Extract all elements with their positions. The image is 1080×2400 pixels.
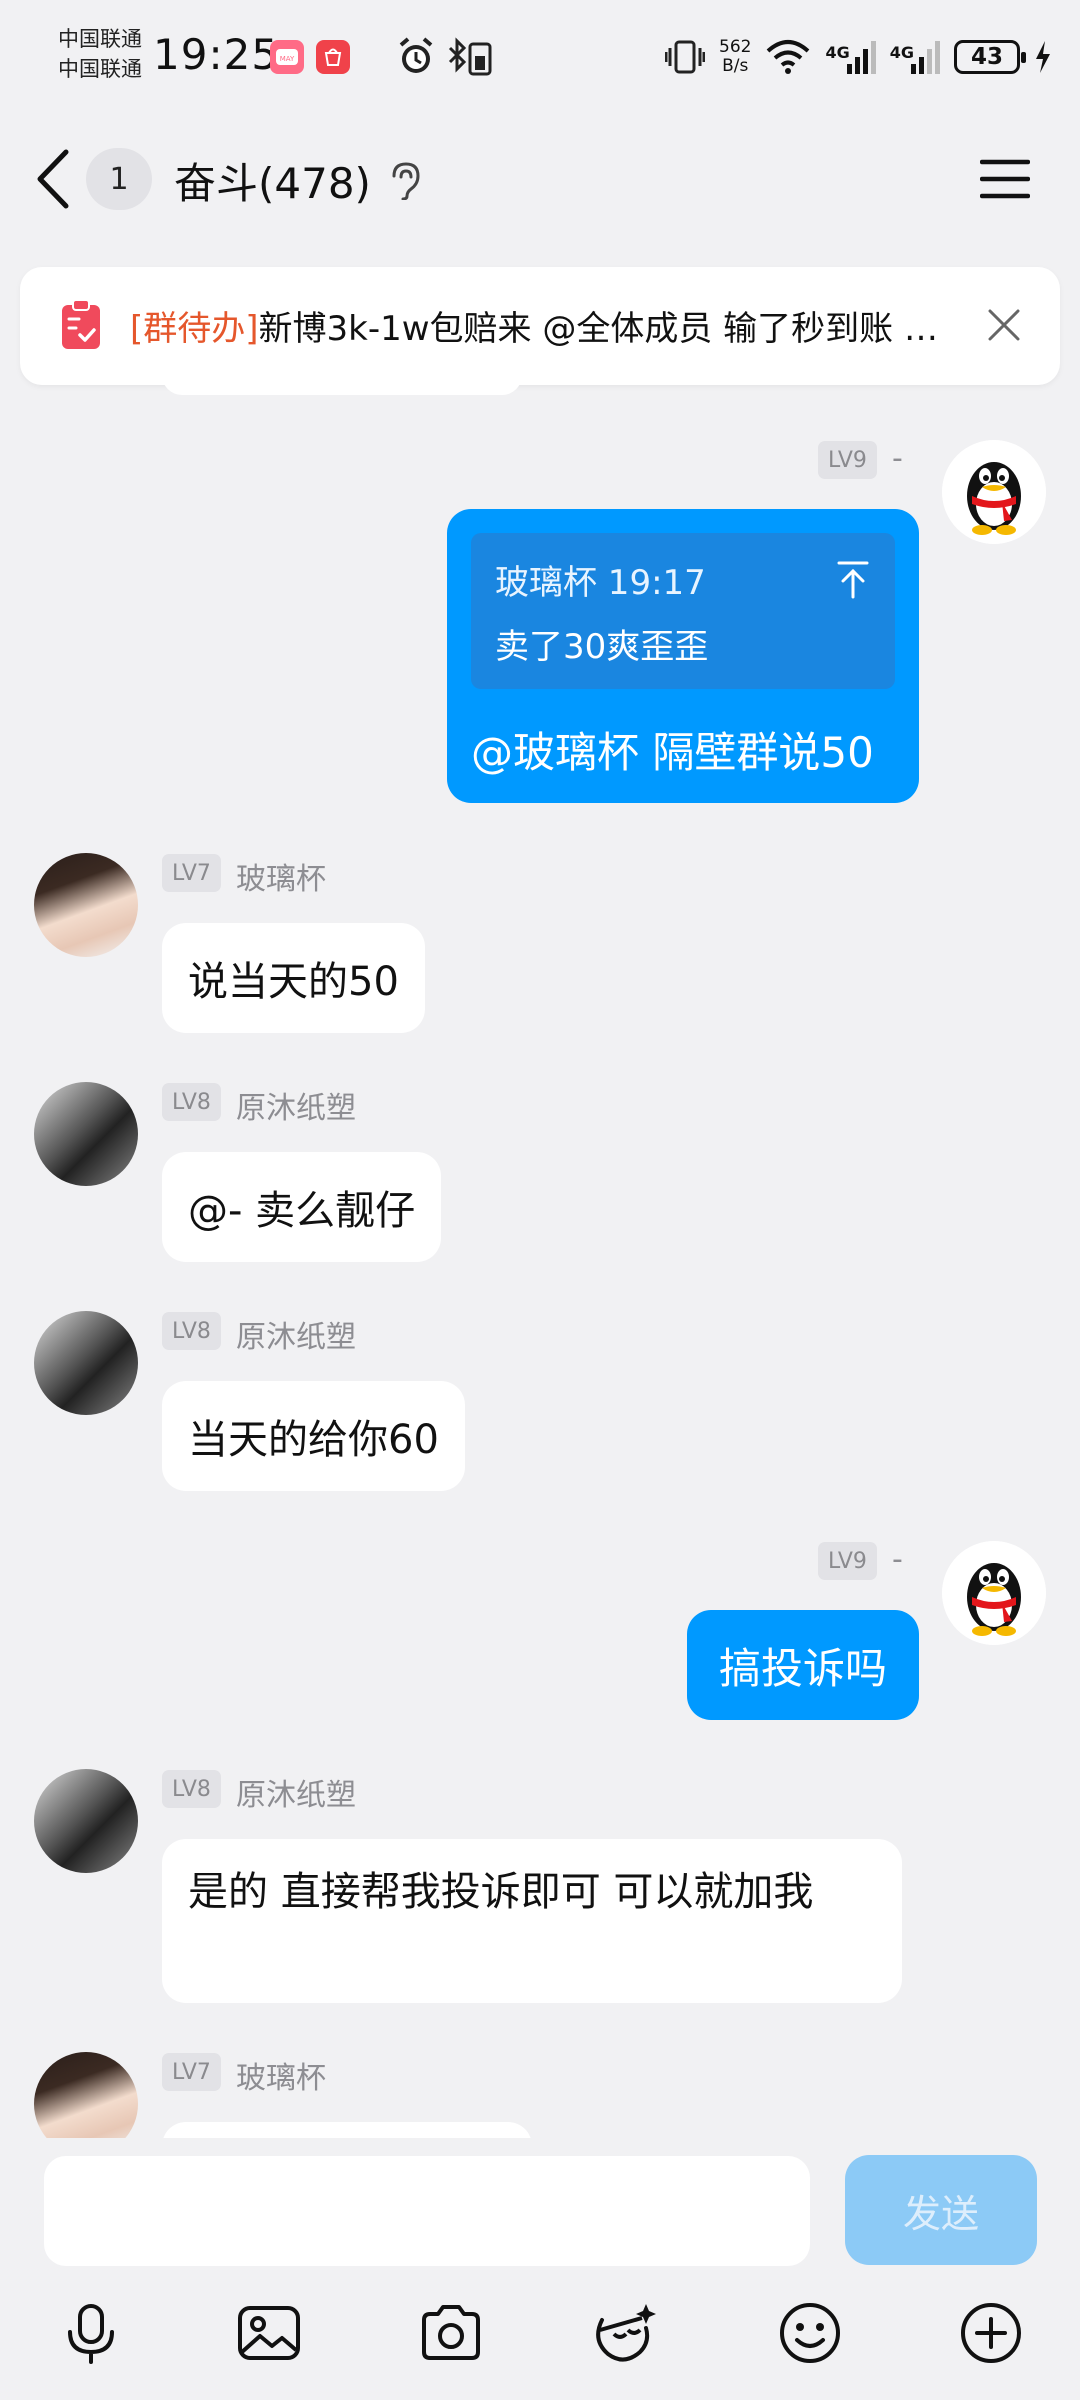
self-avatar[interactable] bbox=[942, 1541, 1046, 1645]
sender-level-badge: LV7 bbox=[162, 2053, 221, 2091]
user-avatar-yuanmu[interactable] bbox=[34, 1082, 138, 1186]
arrow-up-icon[interactable] bbox=[833, 559, 873, 609]
incoming-message-bubble[interactable]: 说当天的50 bbox=[162, 923, 425, 1033]
outgoing-message-bubble[interactable]: 搞投诉吗 bbox=[687, 1610, 919, 1720]
status-bar: 中国联通 中国联通 19:25 MAY 562 B/s 4G 4G 43 bbox=[0, 0, 1080, 120]
group-todo-text: [群待办]新博3k-1w包赔来 @全体成员 输了秒到账 新人包赔 bbox=[130, 301, 970, 350]
sender-level-badge: LV8 bbox=[162, 1312, 221, 1350]
more-button[interactable] bbox=[958, 2300, 1024, 2366]
penguin-avatar-icon bbox=[942, 1541, 1046, 1645]
group-todo-tag: [群待办] bbox=[130, 309, 259, 349]
group-todo-content: 新博3k-1w包赔来 @全体成员 输了秒到账 新人包赔 bbox=[258, 309, 970, 349]
message-text: @- 卖么靓仔 bbox=[188, 1188, 416, 1234]
previous-message-bubble bbox=[162, 385, 522, 395]
sender-name: 玻璃杯 bbox=[236, 862, 326, 897]
image-icon bbox=[238, 2306, 300, 2360]
incoming-message-bubble[interactable]: @- 卖么靓仔 bbox=[162, 1152, 442, 1262]
user-avatar-glass-cup[interactable] bbox=[34, 853, 138, 957]
carrier-1: 中国联通 bbox=[58, 27, 142, 51]
sender-name: 原沐纸塑 bbox=[236, 1091, 356, 1126]
message-list[interactable]: LV9 - 玻璃杯 19:17 卖了30爽歪歪 @玻璃杯 隔壁群说50 LV7 … bbox=[0, 385, 1080, 2138]
quote-header: 玻璃杯 19:17 bbox=[495, 563, 706, 603]
message-text: 是的 直接帮我投诉即可 可以就加我 bbox=[188, 1869, 814, 1915]
store-notification-icon bbox=[316, 40, 350, 74]
emoji-button[interactable] bbox=[777, 2300, 843, 2366]
sender-level-badge: LV8 bbox=[162, 1083, 221, 1121]
sender-name: 玻璃杯 bbox=[236, 2061, 326, 2096]
back-button[interactable] bbox=[30, 144, 80, 214]
bluetooth-battery-icon bbox=[444, 36, 496, 82]
voice-button[interactable] bbox=[58, 2300, 124, 2366]
camera-icon bbox=[422, 2305, 480, 2360]
self-avatar[interactable] bbox=[942, 440, 1046, 544]
incoming-message-bubble[interactable]: 是的 直接帮我投诉即可 可以就加我 bbox=[162, 1839, 902, 2003]
message-text: @玻璃杯 隔壁群说50 bbox=[471, 728, 874, 777]
sender-name: - bbox=[892, 441, 903, 476]
app-notification-icon: MAY bbox=[270, 40, 304, 74]
user-avatar-glass-cup[interactable] bbox=[34, 2052, 138, 2138]
vibrate-icon bbox=[665, 40, 706, 74]
message-input[interactable] bbox=[44, 2156, 810, 2266]
unread-count-badge[interactable]: 1 bbox=[86, 148, 152, 210]
signal-2-bars-icon bbox=[911, 41, 940, 74]
status-right-group: 562 B/s 4G 4G 43 bbox=[665, 30, 1052, 84]
close-icon bbox=[988, 309, 1020, 341]
camera-button[interactable] bbox=[418, 2300, 484, 2366]
photo-button[interactable] bbox=[236, 2300, 302, 2366]
chevron-left-icon bbox=[37, 149, 69, 209]
hamburger-icon bbox=[979, 159, 1031, 199]
sender-level-badge: LV9 bbox=[818, 1542, 877, 1580]
net-speed: 562 B/s bbox=[719, 37, 752, 76]
group-todo-banner[interactable]: [群待办]新博3k-1w包赔来 @全体成员 输了秒到账 新人包赔 bbox=[20, 267, 1060, 385]
message-text: 当天的给你60 bbox=[188, 1417, 439, 1463]
sender-level-badge: LV7 bbox=[162, 854, 221, 892]
incoming-message-bubble[interactable] bbox=[162, 2122, 532, 2138]
outgoing-message-bubble[interactable]: 玻璃杯 19:17 卖了30爽歪歪 @玻璃杯 隔壁群说50 bbox=[447, 509, 919, 803]
sender-name: 原沐纸塑 bbox=[236, 1320, 356, 1355]
sender-name: 原沐纸塑 bbox=[236, 1778, 356, 1813]
status-time: 19:25 bbox=[153, 30, 280, 79]
sender-level-badge: LV9 bbox=[818, 441, 877, 479]
signal-2: 4G bbox=[890, 40, 940, 74]
quote-text: 卖了30爽歪歪 bbox=[495, 627, 709, 667]
signal-1-bars-icon bbox=[846, 41, 876, 74]
chat-title[interactable]: 奋斗(478) bbox=[174, 150, 371, 211]
incoming-message-bubble[interactable]: 当天的给你60 bbox=[162, 1381, 465, 1491]
penguin-avatar-icon bbox=[942, 440, 1046, 544]
sticker-icon bbox=[596, 2304, 656, 2362]
user-avatar-yuanmu[interactable] bbox=[34, 1311, 138, 1415]
signal-1: 4G bbox=[825, 40, 876, 74]
carrier-2: 中国联通 bbox=[58, 57, 142, 81]
chat-header bbox=[0, 120, 1080, 245]
message-text: 搞投诉吗 bbox=[718, 1643, 887, 1693]
quoted-message[interactable]: 玻璃杯 19:17 卖了30爽歪歪 bbox=[471, 533, 895, 689]
mic-icon bbox=[68, 2304, 114, 2364]
user-avatar-yuanmu[interactable] bbox=[34, 1769, 138, 1873]
emoji-icon bbox=[780, 2303, 840, 2363]
earpiece-mode-icon[interactable] bbox=[386, 160, 422, 201]
charging-icon bbox=[1036, 41, 1050, 73]
message-text: 说当天的50 bbox=[188, 959, 399, 1005]
sender-level-badge: LV8 bbox=[162, 1770, 221, 1808]
wifi-icon bbox=[767, 40, 810, 74]
menu-button[interactable] bbox=[979, 154, 1031, 204]
clipboard-check-icon bbox=[60, 299, 102, 351]
close-todo-button[interactable] bbox=[982, 303, 1026, 347]
alarm-icon bbox=[396, 36, 436, 82]
sender-name: - bbox=[892, 1542, 903, 1577]
battery-indicator: 43 bbox=[954, 40, 1026, 74]
carrier-names: 中国联通 中国联通 bbox=[58, 24, 142, 84]
svg-text:MAY: MAY bbox=[280, 55, 295, 63]
send-button[interactable]: 发送 bbox=[845, 2155, 1037, 2265]
plus-icon bbox=[961, 2303, 1021, 2363]
sticker-button[interactable] bbox=[592, 2300, 658, 2366]
